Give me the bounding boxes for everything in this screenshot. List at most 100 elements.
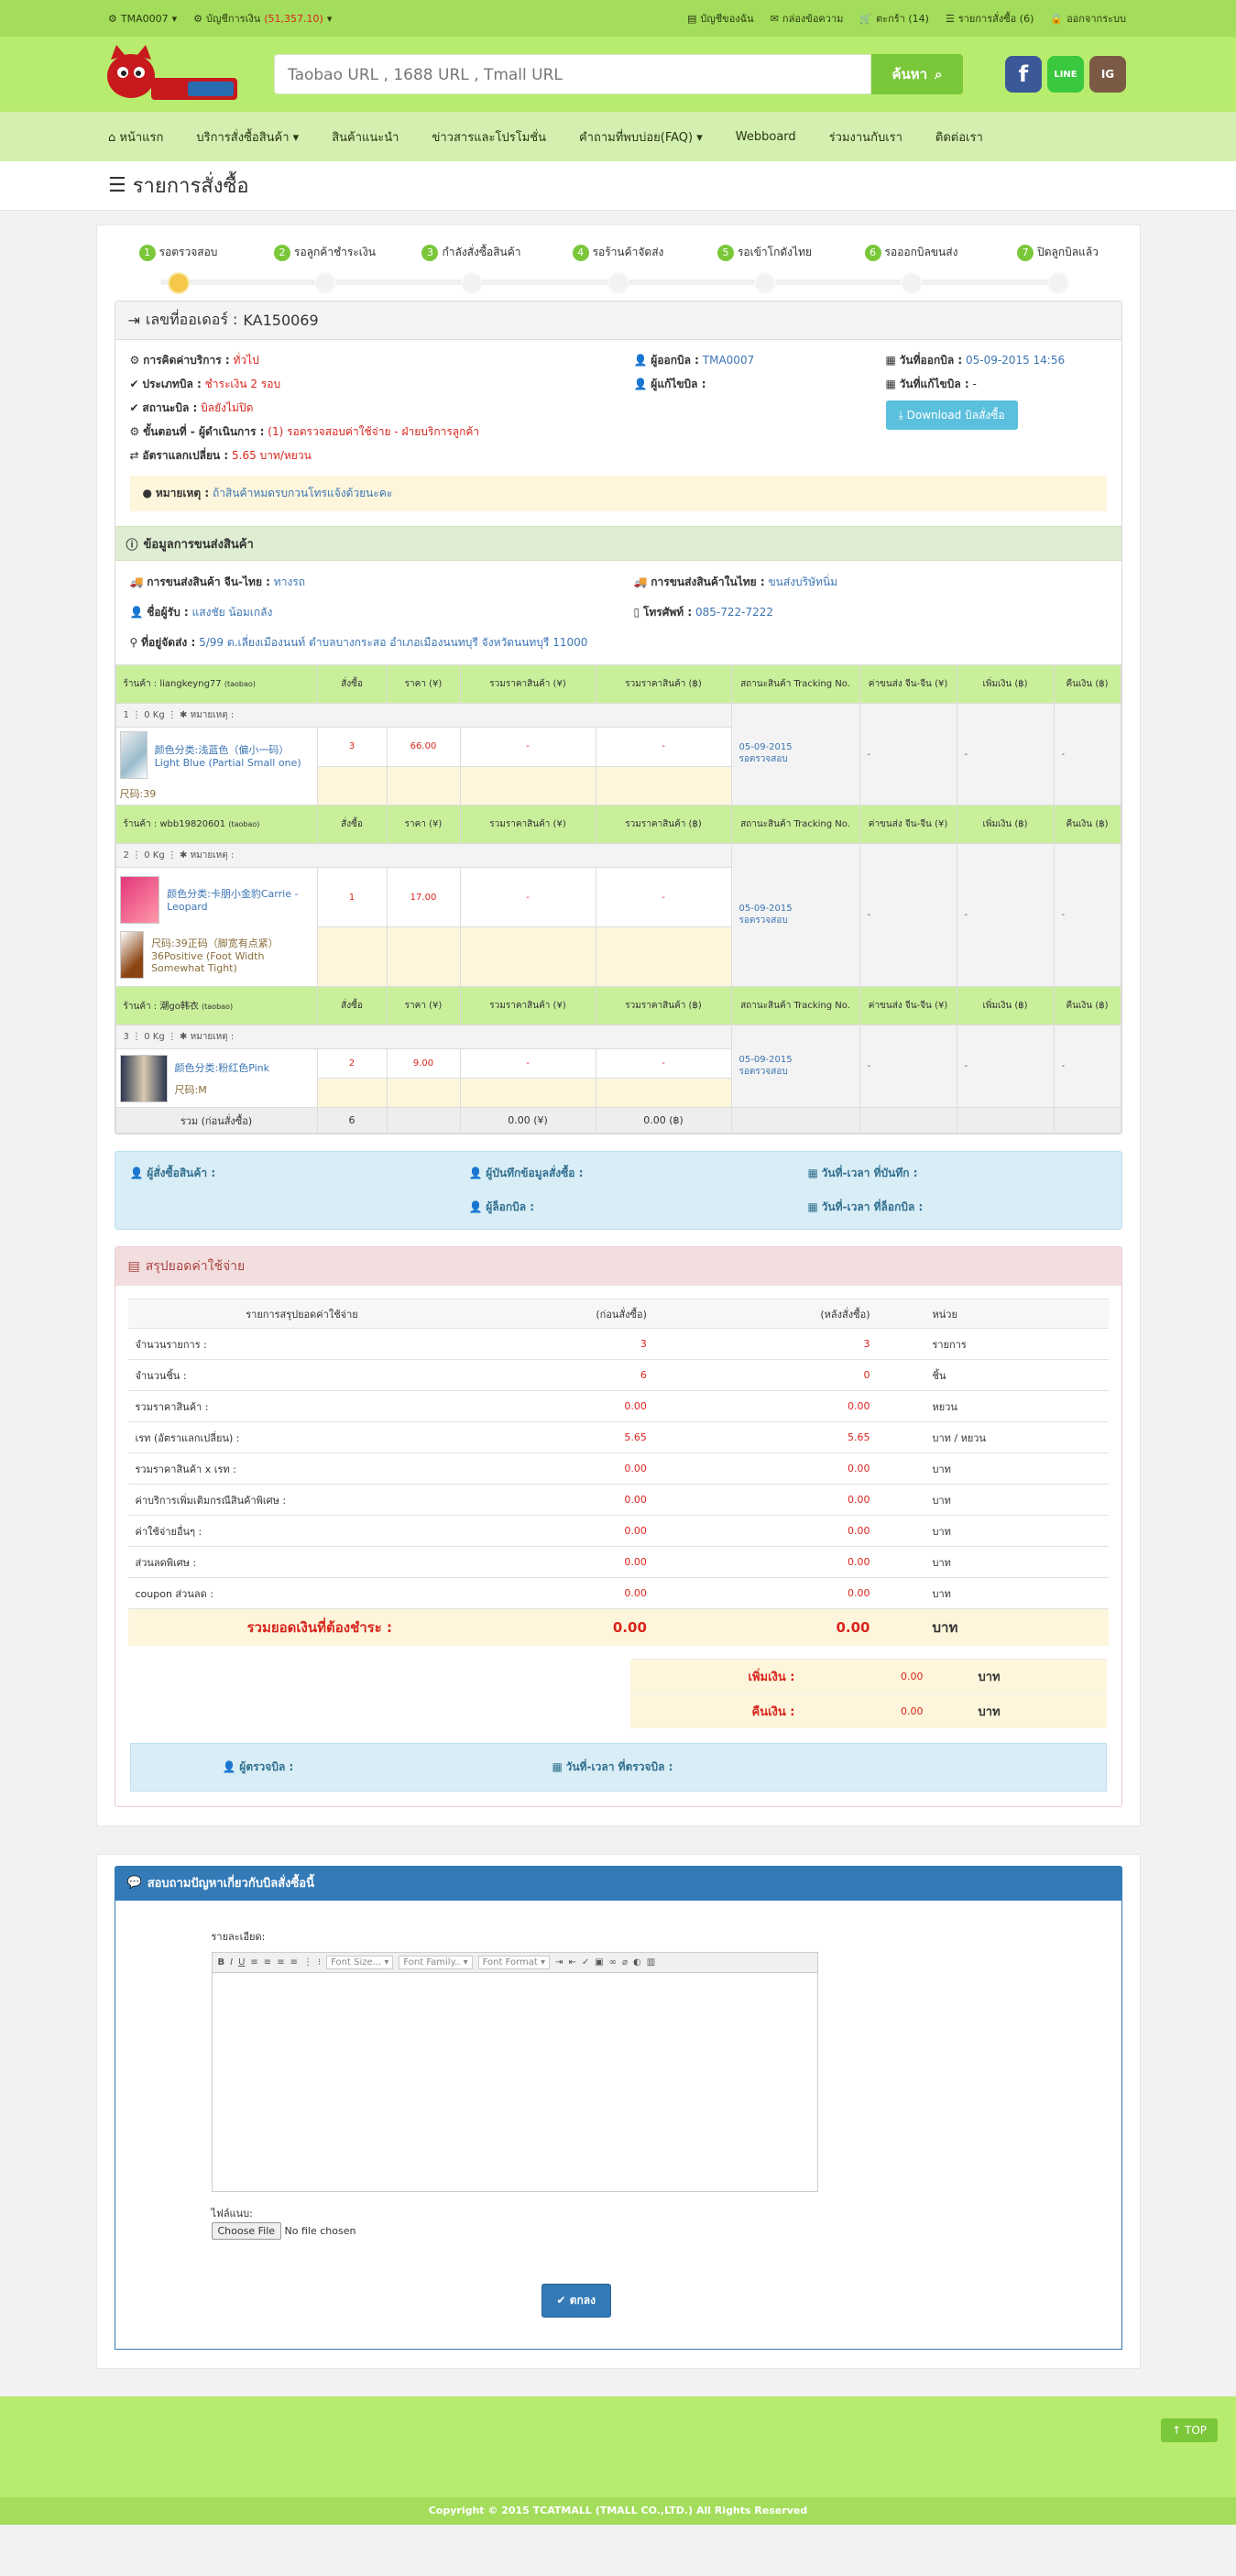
italic-icon[interactable]: I [230,1957,233,1968]
align-left-icon[interactable]: ≡ [250,1957,257,1968]
outdent-icon[interactable]: ⇤ [568,1957,575,1968]
ordered-list-icon[interactable]: ⋮ [303,1957,312,1968]
items-table: ร้านค้า : liangkeyng77 (taobao) สั่งซื้อร… [115,664,1121,1134]
align-right-icon[interactable]: ≡ [277,1957,284,1968]
color-icon[interactable]: ◐ [633,1957,641,1968]
font-family-select[interactable]: Font Family.. ▾ [399,1955,473,1969]
shop-header-row: ร้านค้า : 潮go韩衣 (taobao) สั่งซื้อ ราคา (¥)… [115,986,1121,1025]
nav-news[interactable]: ข่าวสารและโปรโมชั่น [432,127,546,147]
shop-header-row: ร้านค้า : wbb19820601 (taobao) สั่งซื้อ รา… [115,805,1121,844]
truck-icon: 🚚 [633,575,648,588]
product-name[interactable]: 颜色分类:粉红色Pink [171,1057,274,1079]
calendar-icon: ▦ [807,1200,818,1213]
nav-webboard[interactable]: Webboard [736,130,796,144]
nav-recommended[interactable]: สินค้าแนะนำ [332,127,399,147]
justify-icon[interactable]: ≡ [290,1957,298,1968]
underline-icon[interactable]: U [238,1957,245,1968]
user-icon: 👤 [468,1167,483,1179]
nav-home[interactable]: ⌂ หน้าแรก [108,127,163,147]
download-cell: ⤓ Download บิลสั่งซื้อ [885,400,1107,439]
choose-file-button[interactable]: Choose File [211,2221,282,2240]
cart-link[interactable]: 🛒 ตะกร้า (14) [859,10,929,27]
balance-menu[interactable]: ⚙ บัญชีการเงิน (51,357.10) ▾ [193,10,332,27]
nav-faq[interactable]: คำถามที่พบบ่อย(FAQ) ▾ [579,127,703,147]
question-container: 💬 สอบถามปัญหาเกี่ยวกับบิลสั่งซื้อนี้ รายล… [95,1853,1141,2369]
shop-name[interactable]: ร้านค้า : 潮go韩衣 (taobao) [115,986,318,1025]
bullet-list-icon[interactable]: ⁝ [318,1957,321,1968]
search-input[interactable]: Taobao URL , 1688 URL , Tmall URL [274,54,871,94]
link-icon[interactable]: ∞ [609,1957,617,1968]
social-links: f LINE IG [1005,56,1126,93]
header: Taobao URL , 1688 URL , Tmall URL ค้นหา ⌕… [0,37,1236,112]
step-2: 2 รอลูกค้าชำระเงิน [270,244,380,294]
nav-contact[interactable]: ติดต่อเรา [935,127,983,147]
checker: 👤 ผู้ตรวจบิล : [222,1759,294,1773]
nav-jobs[interactable]: ร่วมงานกับเรา [829,127,902,147]
instagram-icon[interactable]: IG [1089,56,1126,93]
product-cell: 颜色分类:卡朋小金豹Carrie - Leopard 尺码:39正码（脚宽有点紧）… [115,867,318,987]
shop-name[interactable]: ร้านค้า : liangkeyng77 (taobao) [115,664,318,704]
unlink-icon[interactable]: ⌀ [622,1957,628,1968]
shop-header-row: ร้านค้า : liangkeyng77 (taobao) สั่งซื้อร… [115,664,1121,704]
shipping-heading: ⓘ ข้อมูลการขนส่งสินค้า [115,526,1121,561]
align-center-icon[interactable]: ≡ [264,1957,271,1968]
check-circle-icon: ✔ [129,378,139,390]
product-name[interactable]: 颜色分类:浅蓝色（偏小一码）Light Blue (Partial Small … [151,739,317,773]
cart-icon: 🛒 [859,12,873,25]
user-menu[interactable]: ⚙ TMA0007 ▾ [108,13,177,25]
editor-area[interactable] [213,1973,817,2191]
locker: 👤 ผู้ล็อกบิล : [468,1200,535,1213]
image-icon[interactable]: ▣ [595,1957,603,1968]
gear-icon: ⚙ [193,12,203,25]
nav-order-service[interactable]: บริการสั่งซื้อสินค้า ▾ [196,127,299,147]
product-name[interactable]: 颜色分类:卡朋小金豹Carrie - Leopard [163,882,316,916]
product-image[interactable] [119,731,148,779]
people-info: 👤 ผู้สั่งซื้อสินค้า : 👤 ผู้บันทึกข้อมูลส… [114,1151,1122,1230]
file-input: Choose File No file chosen [211,2221,1121,2240]
orders-link[interactable]: ☰ รายการสั่งซื้อ (6) [946,10,1034,27]
font-size-select[interactable]: Font Size... ▾ [326,1955,394,1969]
submit-button[interactable]: ✔ ตกลง [541,2283,612,2318]
shop-name[interactable]: ร้านค้า : wbb19820601 (taobao) [115,805,318,844]
list-icon: ☰ [945,12,955,25]
edited-row: ▦ วันที่แก้ไขบิล : - [885,378,977,390]
download-bill-button[interactable]: ⤓ Download บิลสั่งซื้อ [885,400,1018,430]
list-icon: ☰ [108,174,133,197]
summary-row: ค่าบริการเพิ่มเติมกรณีสินค้าพิเศษ :0.00 0… [127,1484,1109,1516]
inbox-link[interactable]: ✉ กล่องข้อความ [771,10,844,27]
html-icon[interactable]: ▥ [647,1957,655,1968]
step-1: 1 รอตรวจสอบ [124,244,234,294]
search-bar: Taobao URL , 1688 URL , Tmall URL ค้นหา ⌕ [274,54,963,94]
th-shipping: 🚚 การขนส่งสินค้าในไทย : ขนส่งบริษัทนิ่ม [633,575,838,588]
product-image[interactable] [119,930,145,979]
question-heading: 💬 สอบถามปัญหาเกี่ยวกับบิลสั่งซื้อนี้ [114,1865,1122,1901]
order-info: ⚙ การคิดค่าบริการ : ทั่วไป 👤 ผู้ออกบิล :… [115,340,1121,468]
product-image[interactable] [119,875,160,924]
bold-icon[interactable]: B [218,1957,225,1968]
address: ⚲ ที่อยู่จัดส่ง : 5/99 ต.เลี่ยงเมืองนนท์… [129,636,588,649]
indent-icon[interactable]: ⇥ [555,1957,563,1968]
gears-icon: ⚙ [129,425,140,438]
product-image[interactable] [119,1054,168,1102]
logout-link[interactable]: 🔒 ออกจากระบบ [1050,10,1126,27]
spellcheck-icon[interactable]: ✓ [582,1957,589,1968]
line-icon[interactable]: LINE [1047,56,1084,93]
comment-icon: ● [142,487,152,499]
user-icon: 👤 [468,1200,483,1213]
search-button[interactable]: ค้นหา ⌕ [871,54,963,94]
inbox-icon: ✉ [770,12,779,25]
step-dot [313,272,336,294]
tcatmall-logo[interactable] [96,41,243,107]
add-refund-box: เพิ่มเงิน :0.00 บาท คืนเงิน :0.00 บาท [629,1658,1107,1728]
step-5: 5 รอเข้าโกดังไทย [710,244,820,294]
editor-toolbar: BIU ≡ ≡ ≡ ≡ ⋮ ⁝ Font Size... ▾ Font Family..… [212,1952,817,1973]
book-icon: ▤ [686,12,697,25]
calendar-icon: ▦ [885,354,896,367]
font-format-select[interactable]: Font Format ▾ [477,1955,551,1969]
facebook-icon[interactable]: f [1005,56,1042,93]
step-4: 4 รอร้านค้าจัดส่ง [563,244,673,294]
summary-heading: ▤ สรุปยอดค่าใช้จ่าย [115,1247,1121,1286]
scroll-top-button[interactable]: ↑ TOP [1161,2417,1218,2442]
user-icon: 👤 [633,354,648,367]
my-account-link[interactable]: ▤ บัญชีของฉัน [687,10,754,27]
